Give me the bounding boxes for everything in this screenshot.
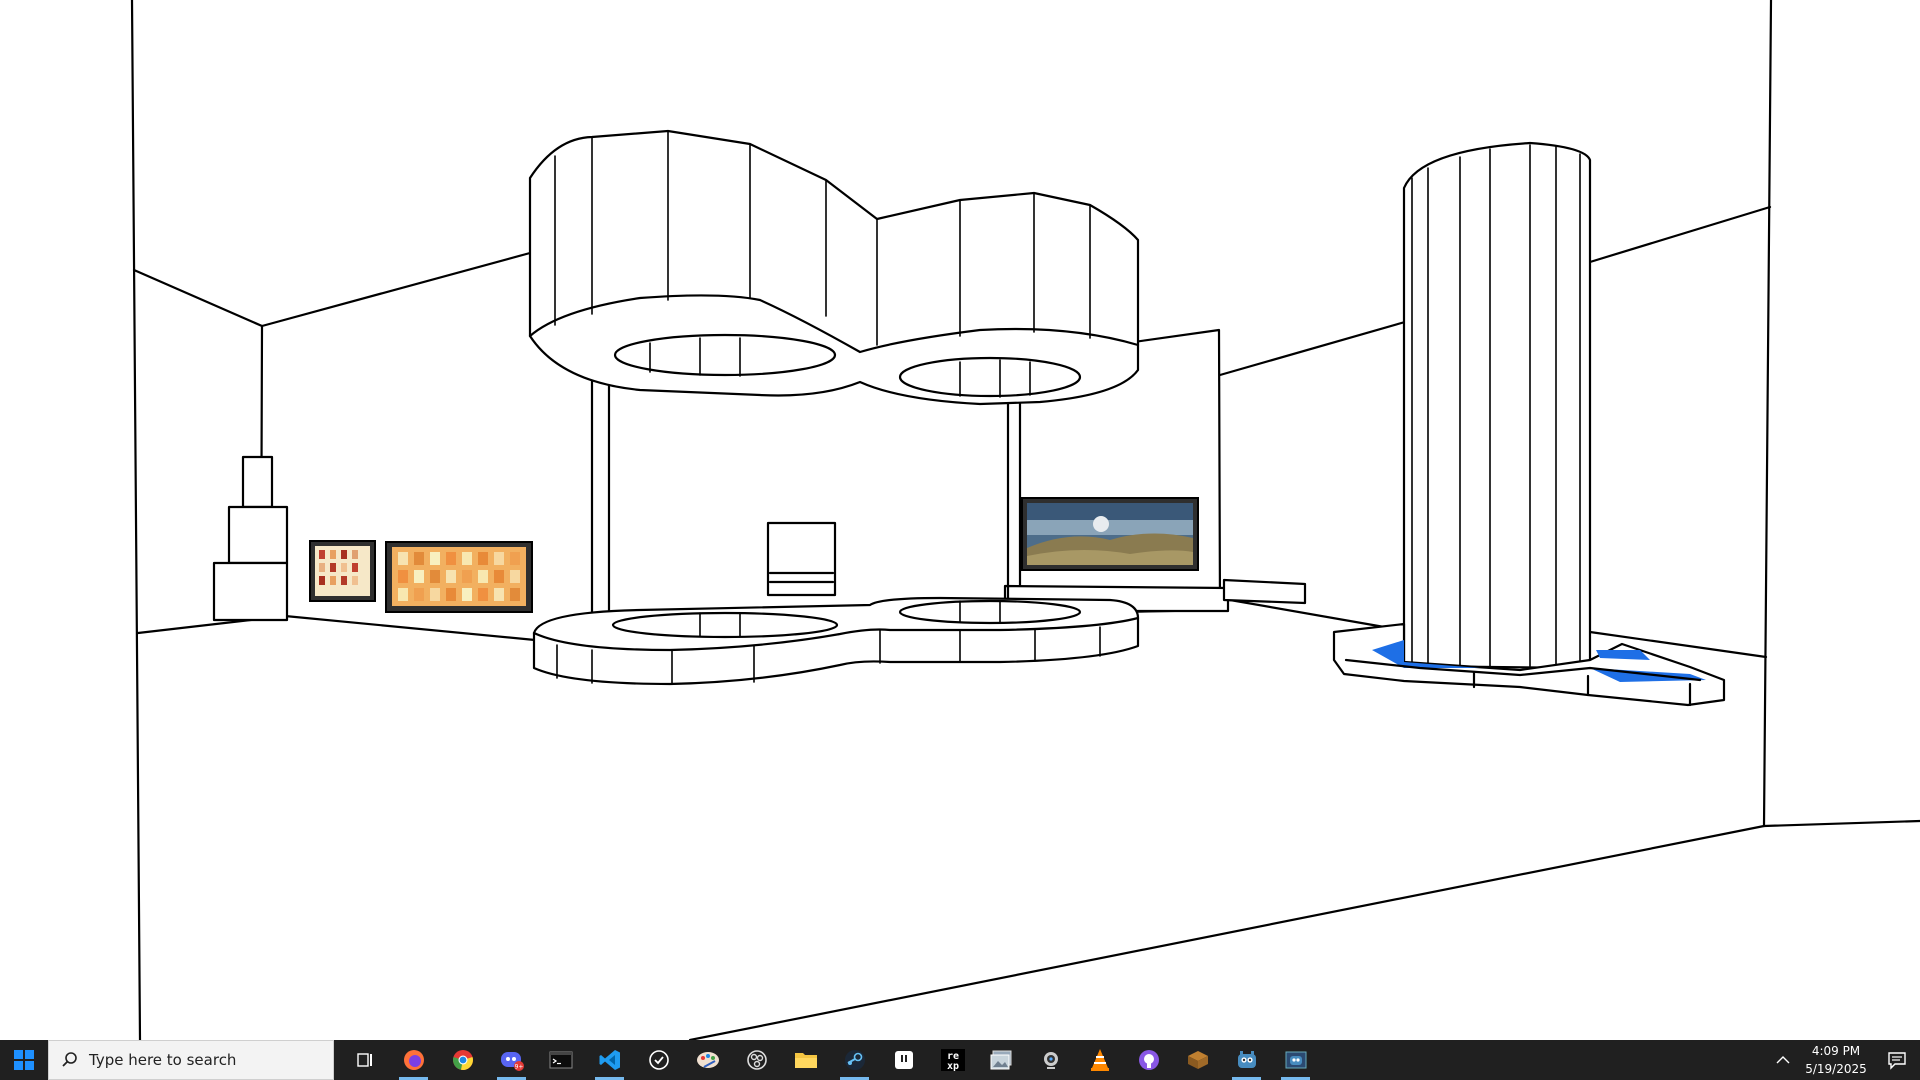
image-viewer-icon: [990, 1050, 1011, 1070]
taskbar: Type here to search 9+ re xp 4:09 PM 5/1…: [0, 1040, 1920, 1080]
ceiling-fixture: [528, 129, 1140, 406]
taskbar-app-file-explorer[interactable]: [781, 1040, 830, 1080]
cabinet: [766, 521, 837, 597]
taskbar-app-vscode[interactable]: [585, 1040, 634, 1080]
tablet-icon: [894, 1051, 913, 1069]
chevron-up-icon: [1776, 1056, 1790, 1064]
steam-icon: [844, 1050, 865, 1070]
room-wall-right-edge: [1762, 0, 1773, 828]
rexpaint-icon: re xp: [940, 1049, 965, 1072]
clock-time: 4:09 PM: [1811, 1044, 1861, 1058]
floor-platform: [532, 596, 1140, 686]
taskbar-app-paint[interactable]: [683, 1040, 732, 1080]
discord-badge: 9+: [514, 1064, 523, 1071]
bench: [1222, 578, 1307, 605]
notification-icon: [1888, 1052, 1906, 1070]
painting-wide: [385, 541, 533, 613]
paint-icon: [696, 1052, 719, 1068]
painting-landscape: [1021, 497, 1199, 571]
taskbar-app-godot[interactable]: [1222, 1040, 1271, 1080]
taskbar-app-steam[interactable]: [830, 1040, 879, 1080]
taskbar-apps: 9+ re xp: [340, 1040, 1320, 1080]
taskbar-app-tablet[interactable]: [879, 1040, 928, 1080]
taskbar-app-github[interactable]: [1124, 1040, 1173, 1080]
wall-top-mid: [1218, 320, 1407, 377]
github-icon: [1138, 1050, 1159, 1070]
vlc-icon: [1090, 1049, 1109, 1071]
stepped-pedestal: [212, 455, 289, 622]
wall-top-right: [1588, 205, 1772, 264]
floor-line-left: [136, 614, 537, 642]
tall-column: [1402, 141, 1592, 670]
floor-line-mid: [1228, 598, 1392, 630]
task-view-icon: [356, 1053, 372, 1067]
firefox-icon: [403, 1050, 424, 1070]
godot-editor-icon: [1285, 1051, 1306, 1069]
clock-date: 5/19/2025: [1805, 1062, 1867, 1076]
painting-small: [309, 540, 376, 602]
room-wall-left-edge: [130, 0, 142, 1040]
floor-edge: [1762, 819, 1920, 828]
pillar-left: [590, 363, 611, 621]
taskbar-app-package[interactable]: [1173, 1040, 1222, 1080]
vscode-icon: [599, 1050, 620, 1070]
show-hidden-icons-button[interactable]: [1768, 1040, 1798, 1080]
taskbar-app-obs[interactable]: [732, 1040, 781, 1080]
game-viewport[interactable]: [0, 0, 1920, 1040]
webcam-icon: [1043, 1052, 1058, 1069]
taskbar-app-image-viewer[interactable]: [977, 1040, 1026, 1080]
search-placeholder: Type here to search: [89, 1051, 237, 1069]
tasks-icon: [648, 1050, 669, 1070]
start-button[interactable]: [0, 1040, 48, 1080]
taskbar-search-box[interactable]: Type here to search: [48, 1040, 334, 1080]
taskbar-app-webcam[interactable]: [1026, 1040, 1075, 1080]
discord-icon: 9+: [500, 1052, 524, 1071]
obs-icon: [746, 1050, 767, 1070]
taskbar-app-terminal[interactable]: [536, 1040, 585, 1080]
taskbar-app-vlc[interactable]: [1075, 1040, 1124, 1080]
taskbar-app-discord[interactable]: 9+: [487, 1040, 536, 1080]
wall-top-left: [132, 251, 532, 328]
floor-diagonal: [688, 824, 1766, 1040]
chrome-icon: [452, 1050, 473, 1070]
clock[interactable]: 4:09 PM 5/19/2025: [1798, 1040, 1874, 1080]
taskbar-app-chrome[interactable]: [438, 1040, 487, 1080]
package-icon: [1187, 1051, 1208, 1069]
terminal-icon: [549, 1051, 572, 1069]
system-tray: 4:09 PM 5/19/2025: [1768, 1040, 1920, 1080]
notifications-button[interactable]: [1874, 1040, 1920, 1080]
godot-icon: [1237, 1051, 1256, 1068]
file-explorer-icon: [794, 1053, 817, 1068]
search-icon: [62, 1052, 77, 1067]
svg-text:xp: xp: [946, 1061, 958, 1072]
taskbar-app-firefox[interactable]: [389, 1040, 438, 1080]
windows-icon: [14, 1050, 34, 1070]
taskbar-app-godot-editor[interactable]: [1271, 1040, 1320, 1080]
taskbar-app-tasks[interactable]: [634, 1040, 683, 1080]
taskbar-app-rexpaint[interactable]: re xp: [928, 1040, 977, 1080]
task-view-button[interactable]: [340, 1040, 389, 1080]
